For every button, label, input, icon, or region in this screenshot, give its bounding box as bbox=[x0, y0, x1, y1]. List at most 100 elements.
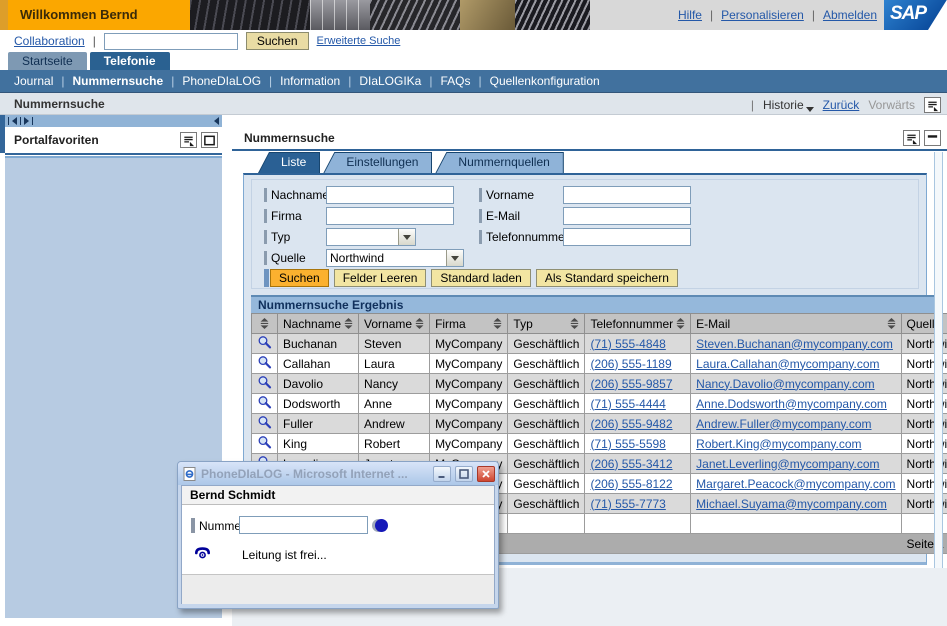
menu-item-phonedialog[interactable]: PhoneDIaLOG bbox=[182, 74, 261, 88]
typ-dropdown[interactable] bbox=[326, 228, 416, 246]
suchen-button[interactable]: Suchen bbox=[270, 269, 329, 287]
standard-laden-button[interactable]: Standard laden bbox=[431, 269, 530, 287]
quelle-dropdown[interactable]: Northwind bbox=[326, 249, 464, 267]
details-search-icon[interactable] bbox=[257, 415, 272, 430]
phone-link[interactable]: (206) 555-3412 bbox=[590, 457, 672, 471]
phone-link[interactable]: (71) 555-7773 bbox=[590, 497, 665, 511]
sort-icon[interactable] bbox=[344, 318, 353, 329]
form-buttons: Suchen Felder Leeren Standard laden Als … bbox=[264, 269, 683, 287]
quelle-dropdown-button[interactable] bbox=[446, 250, 463, 266]
email-link[interactable]: Janet.Leverling@mycompany.com bbox=[696, 457, 879, 471]
email-link[interactable]: Andrew.Fuller@mycompany.com bbox=[696, 417, 871, 431]
back-link[interactable]: Zurück bbox=[823, 98, 860, 112]
panel-splitter-bar bbox=[5, 115, 222, 127]
menu-item-dialogika[interactable]: DIaLOGIKa bbox=[359, 74, 421, 88]
menu-item-nummernsuche[interactable]: Nummernsuche bbox=[72, 74, 163, 88]
collapse-left-icon[interactable] bbox=[12, 117, 17, 125]
nummer-field[interactable] bbox=[239, 516, 368, 534]
sidebar-options-button[interactable] bbox=[180, 132, 197, 148]
panel-collapse-button[interactable] bbox=[924, 130, 941, 146]
column-header-nachname[interactable]: Nachname bbox=[278, 314, 359, 334]
panel-options-button[interactable] bbox=[903, 130, 920, 146]
panel-tab-liste[interactable]: Liste bbox=[258, 152, 320, 173]
email-link[interactable]: Margaret.Peacock@mycompany.com bbox=[696, 477, 895, 491]
sort-icon[interactable] bbox=[676, 318, 685, 329]
details-search-icon[interactable] bbox=[257, 335, 272, 350]
tray-menu-icon bbox=[182, 134, 195, 147]
vorname-field[interactable] bbox=[563, 186, 691, 204]
field-marker bbox=[479, 209, 482, 223]
email-link[interactable]: Robert.King@mycompany.com bbox=[696, 437, 861, 451]
tray-menu-icon bbox=[926, 99, 939, 112]
email-link[interactable]: Laura.Callahan@mycompany.com bbox=[696, 357, 879, 371]
cell-telefonnummer: (206) 555-8122 bbox=[585, 474, 691, 494]
column-header-firma[interactable]: Firma bbox=[430, 314, 508, 334]
details-search-icon[interactable] bbox=[257, 435, 272, 450]
menu-item-quellenkonfiguration[interactable]: Quellenkonfiguration bbox=[490, 74, 600, 88]
phone-link[interactable]: (206) 555-8122 bbox=[590, 477, 672, 491]
email-field[interactable] bbox=[563, 207, 691, 225]
header-link-hilfe[interactable]: Hilfe bbox=[678, 8, 702, 22]
advanced-search-link[interactable]: Erweiterte Suche bbox=[317, 35, 401, 47]
als-standard-speichern-button[interactable]: Als Standard speichern bbox=[536, 269, 678, 287]
sort-icon[interactable] bbox=[570, 318, 579, 329]
phone-link[interactable]: (206) 555-1189 bbox=[590, 357, 671, 371]
photo-segment bbox=[460, 0, 515, 30]
menu-item-journal[interactable]: Journal bbox=[14, 74, 53, 88]
field-marker bbox=[479, 230, 482, 244]
portal-search-input[interactable] bbox=[104, 33, 238, 50]
cell-telefonnummer: (71) 555-7773 bbox=[585, 494, 691, 514]
page-options-button[interactable] bbox=[924, 97, 941, 113]
popup-title-bar[interactable]: PhoneDIaLOG - Microsoft Internet ... bbox=[178, 462, 498, 485]
felder-leeren-button[interactable]: Felder Leeren bbox=[334, 269, 427, 287]
phone-link[interactable]: (71) 555-4444 bbox=[590, 397, 665, 411]
sidebar-maximize-button[interactable] bbox=[201, 132, 218, 148]
popup-user-header: Bernd Schmidt bbox=[182, 486, 494, 505]
sort-icon[interactable] bbox=[260, 318, 269, 329]
sort-icon[interactable] bbox=[415, 318, 424, 329]
collaboration-link[interactable]: Collaboration bbox=[14, 34, 85, 48]
nachname-field[interactable] bbox=[326, 186, 454, 204]
email-link[interactable]: Steven.Buchanan@mycompany.com bbox=[696, 337, 893, 351]
email-link[interactable]: Nancy.Davolio@mycompany.com bbox=[696, 377, 874, 391]
email-link[interactable]: Michael.Suyama@mycompany.com bbox=[696, 497, 887, 511]
panel-tab-einstellungen[interactable]: Einstellungen bbox=[323, 152, 432, 173]
email-link[interactable]: Anne.Dodsworth@mycompany.com bbox=[696, 397, 887, 411]
column-header-vorname[interactable]: Vorname bbox=[359, 314, 430, 334]
telefonnummer-field[interactable] bbox=[563, 228, 691, 246]
tab-startseite[interactable]: Startseite bbox=[8, 52, 87, 70]
phone-link[interactable]: (206) 555-9482 bbox=[590, 417, 672, 431]
menu-item-faqs[interactable]: FAQs bbox=[440, 74, 470, 88]
panel-tab-nummernquellen[interactable]: Nummernquellen bbox=[435, 152, 563, 173]
menu-item-information[interactable]: Information bbox=[280, 74, 340, 88]
dial-button[interactable] bbox=[375, 519, 388, 532]
portal-search-button[interactable]: Suchen bbox=[246, 32, 309, 50]
close-icon bbox=[481, 469, 491, 479]
phone-link[interactable]: (206) 555-9857 bbox=[590, 377, 672, 391]
phone-link[interactable]: (71) 555-4848 bbox=[590, 337, 665, 351]
close-button[interactable] bbox=[477, 466, 495, 482]
maximize-button[interactable] bbox=[455, 466, 473, 482]
header-link-personalisieren[interactable]: Personalisieren bbox=[721, 8, 804, 22]
cell-telefonnummer: (71) 555-4848 bbox=[585, 334, 691, 354]
historie-menu[interactable]: Historie bbox=[763, 98, 814, 112]
details-search-icon[interactable] bbox=[257, 395, 272, 410]
column-header-e-mail[interactable]: E-Mail bbox=[691, 314, 901, 334]
details-search-icon[interactable] bbox=[257, 355, 272, 370]
collapse-sidebar-icon[interactable] bbox=[214, 117, 219, 125]
sort-icon[interactable] bbox=[493, 318, 502, 329]
details-search-icon[interactable] bbox=[257, 375, 272, 390]
column-header-typ[interactable]: Typ bbox=[508, 314, 585, 334]
column-header-telefonnummer[interactable]: Telefonnummer bbox=[585, 314, 691, 334]
cell-email: Steven.Buchanan@mycompany.com bbox=[691, 334, 901, 354]
typ-dropdown-button[interactable] bbox=[398, 229, 415, 245]
cell-nachname: King bbox=[278, 434, 359, 454]
minimize-button[interactable] bbox=[433, 466, 451, 482]
phone-link[interactable]: (71) 555-5598 bbox=[590, 437, 665, 451]
firma-field[interactable] bbox=[326, 207, 454, 225]
right-scroll-strip bbox=[934, 152, 943, 568]
sort-icon[interactable] bbox=[887, 318, 896, 329]
tab-telefonie[interactable]: Telefonie bbox=[90, 52, 170, 70]
header-link-abmelden[interactable]: Abmelden bbox=[823, 8, 877, 22]
expand-right-icon[interactable] bbox=[24, 117, 29, 125]
